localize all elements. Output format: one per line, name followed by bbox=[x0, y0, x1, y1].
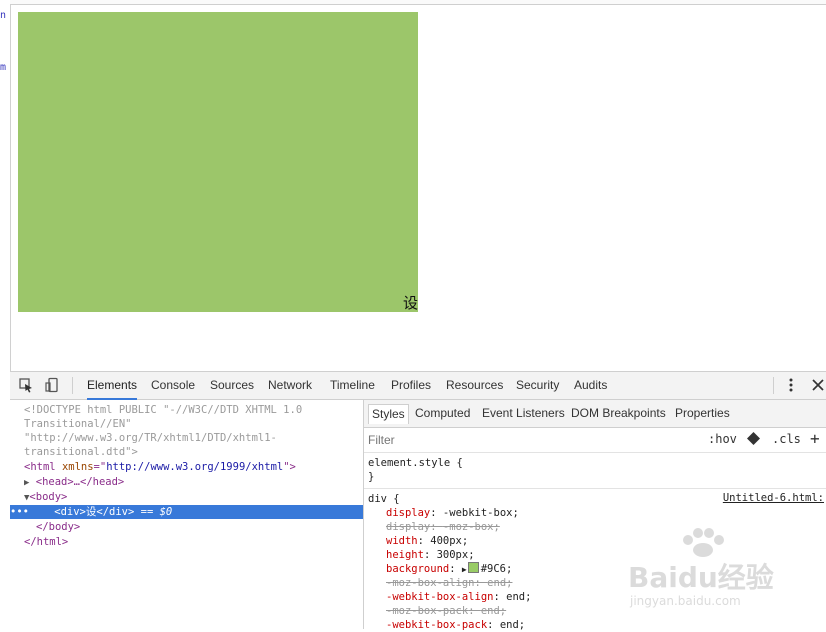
html-tag-close: "> bbox=[283, 461, 296, 473]
html-tag: <html bbox=[24, 461, 62, 473]
cls-toggle[interactable]: .cls bbox=[772, 432, 801, 446]
add-rule-button[interactable]: + bbox=[810, 429, 820, 448]
html-open-line[interactable]: <html xmlns="http://www.w3.org/1999/xhtm… bbox=[10, 460, 363, 474]
box-text: 设 bbox=[402, 294, 418, 312]
css-property-value[interactable]: -webkit-box; bbox=[443, 507, 519, 519]
css-property-line[interactable]: display: -moz-box; bbox=[386, 520, 816, 534]
tab-audits[interactable]: Audits bbox=[574, 372, 607, 398]
css-property-value[interactable]: #9C6; bbox=[481, 563, 513, 575]
left-edge-char: m bbox=[0, 62, 7, 73]
css-property-name[interactable]: -moz-box-pack bbox=[386, 605, 468, 617]
tab-console[interactable]: Console bbox=[151, 372, 195, 398]
expand-arrow-icon[interactable]: ▶ bbox=[24, 478, 29, 488]
tab-profiles[interactable]: Profiles bbox=[391, 372, 431, 398]
tab-dom-breakpoints[interactable]: DOM Breakpoints bbox=[568, 404, 669, 423]
tab-security[interactable]: Security bbox=[516, 372, 559, 398]
css-property-name[interactable]: -webkit-box-pack bbox=[386, 619, 487, 631]
baidu-watermark: Baidu经验 jingyan.baidu.com bbox=[628, 528, 778, 610]
hov-toggle[interactable]: :hov bbox=[708, 432, 737, 446]
inspect-element-icon[interactable] bbox=[18, 377, 34, 393]
head-line[interactable]: ▶ <head>…</head> bbox=[10, 475, 363, 489]
css-property-name[interactable]: background bbox=[386, 563, 449, 575]
tab-sources[interactable]: Sources bbox=[210, 372, 254, 398]
devtools-tabbar: Elements Console Sources Network Timelin… bbox=[10, 372, 826, 400]
dom-tree: <!DOCTYPE html PUBLIC "-//W3C//DTD XHTML… bbox=[10, 400, 364, 629]
watermark-text: Baidu经验 bbox=[628, 561, 774, 594]
tab-computed[interactable]: Computed bbox=[412, 404, 473, 423]
doctype-line[interactable]: <!DOCTYPE html PUBLIC "-//W3C//DTD XHTML… bbox=[10, 403, 363, 417]
css-property-line[interactable]: -webkit-box-pack: end; bbox=[386, 618, 816, 632]
css-property-name[interactable]: -webkit-box-align bbox=[386, 591, 493, 603]
css-property-value[interactable]: 300px; bbox=[437, 549, 475, 561]
css-property-name[interactable]: display bbox=[386, 521, 430, 533]
css-property-value[interactable]: end; bbox=[500, 619, 525, 631]
body-tag: <body> bbox=[29, 491, 68, 503]
tab-timeline[interactable]: Timeline bbox=[330, 372, 375, 398]
page-viewport: 设 bbox=[11, 5, 826, 371]
tab-event-listeners[interactable]: Event Listeners bbox=[479, 404, 568, 423]
device-mode-icon[interactable] bbox=[44, 377, 60, 393]
tab-properties[interactable]: Properties bbox=[672, 404, 733, 423]
green-div-box[interactable]: 设 bbox=[18, 12, 418, 312]
filter-row: :hov .cls + bbox=[364, 428, 826, 453]
paw-icon bbox=[683, 528, 724, 557]
head-tag: <head>…</head> bbox=[35, 476, 125, 488]
css-property-name[interactable]: -moz-box-align bbox=[386, 577, 475, 589]
dollar-zero-marker: == $0 bbox=[134, 506, 173, 518]
rule-source-link[interactable]: Untitled-6.html: bbox=[723, 492, 824, 504]
css-property-value[interactable]: 400px; bbox=[430, 535, 468, 547]
doctype-line[interactable]: Transitional//EN" bbox=[10, 417, 363, 431]
tab-resources[interactable]: Resources bbox=[446, 372, 503, 398]
tab-network[interactable]: Network bbox=[268, 372, 312, 398]
css-property-value[interactable]: end; bbox=[481, 605, 506, 617]
div-open-tag: <div> bbox=[54, 506, 86, 518]
html-eq: =" bbox=[93, 461, 107, 473]
rule-separator bbox=[364, 488, 826, 489]
color-format-icon[interactable] bbox=[746, 431, 761, 449]
expand-arrow-icon[interactable]: ▶ bbox=[462, 565, 467, 574]
css-property-name[interactable]: height bbox=[386, 549, 424, 561]
body-close-line[interactable]: </body> bbox=[10, 520, 363, 534]
div-close-tag: </div> bbox=[96, 506, 135, 518]
styles-tabbar: Styles Computed Event Listeners DOM Brea… bbox=[364, 400, 826, 428]
body-open-line[interactable]: ▼<body> bbox=[10, 490, 363, 504]
body-close-tag: </body> bbox=[36, 521, 81, 533]
css-property-value[interactable]: -moz-box; bbox=[443, 521, 500, 533]
css-property-name[interactable]: display bbox=[386, 507, 430, 519]
left-edge-char: n bbox=[0, 10, 7, 21]
div-text: 设 bbox=[85, 506, 97, 518]
toolbar-separator bbox=[72, 377, 73, 394]
css-property-line[interactable]: display: -webkit-box; bbox=[386, 506, 816, 520]
toolbar-separator bbox=[773, 377, 774, 394]
html-attr-value: http://www.w3.org/1999/xhtml bbox=[106, 461, 284, 473]
tab-elements[interactable]: Elements bbox=[87, 372, 138, 400]
css-property-name[interactable]: width bbox=[386, 535, 418, 547]
doctype-line[interactable]: "http://www.w3.org/TR/xhtml1/DTD/xhtml1- bbox=[10, 431, 363, 445]
element-style-selector[interactable]: element.style { bbox=[368, 456, 823, 470]
html-close-line[interactable]: </html> bbox=[10, 535, 363, 549]
css-property-value[interactable]: end; bbox=[506, 591, 531, 603]
selected-div-line[interactable]: ••• <div>设</div> == $0 bbox=[10, 505, 363, 519]
styles-filter-input[interactable] bbox=[366, 431, 670, 449]
html-attr: xmlns bbox=[61, 461, 94, 473]
css-property-value[interactable]: end; bbox=[487, 577, 512, 589]
element-style-close: } bbox=[368, 471, 375, 483]
tab-styles[interactable]: Styles bbox=[368, 404, 409, 424]
more-options-icon[interactable] bbox=[783, 377, 799, 393]
ellipsis-icon[interactable]: ••• bbox=[10, 506, 29, 518]
doctype-line[interactable]: transitional.dtd"> bbox=[10, 445, 363, 459]
close-devtools-icon[interactable] bbox=[810, 377, 826, 393]
watermark-sub: jingyan.baidu.com bbox=[630, 594, 741, 608]
html-close-tag: </html> bbox=[24, 536, 69, 548]
color-swatch[interactable] bbox=[467, 562, 479, 573]
